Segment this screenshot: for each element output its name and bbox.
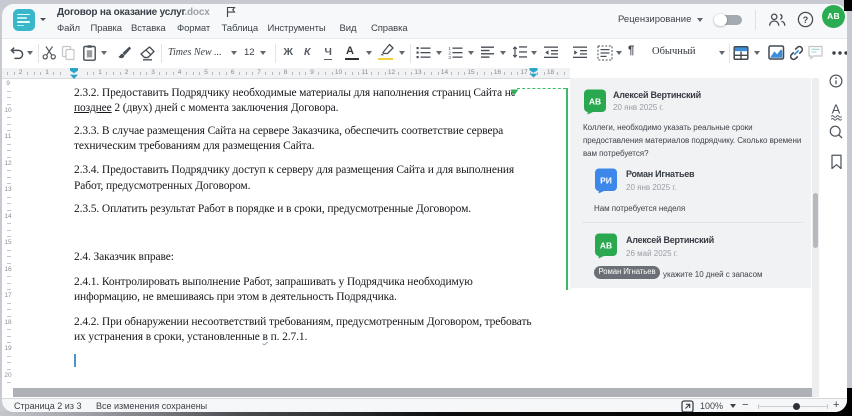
svg-text:3: 3 bbox=[448, 55, 451, 59]
svg-text:А: А bbox=[832, 102, 841, 117]
svg-text:?: ? bbox=[803, 15, 809, 25]
svg-text:АВ: АВ bbox=[600, 240, 612, 250]
svg-text:АВ: АВ bbox=[589, 96, 601, 106]
svg-text:РИ: РИ bbox=[600, 175, 612, 185]
